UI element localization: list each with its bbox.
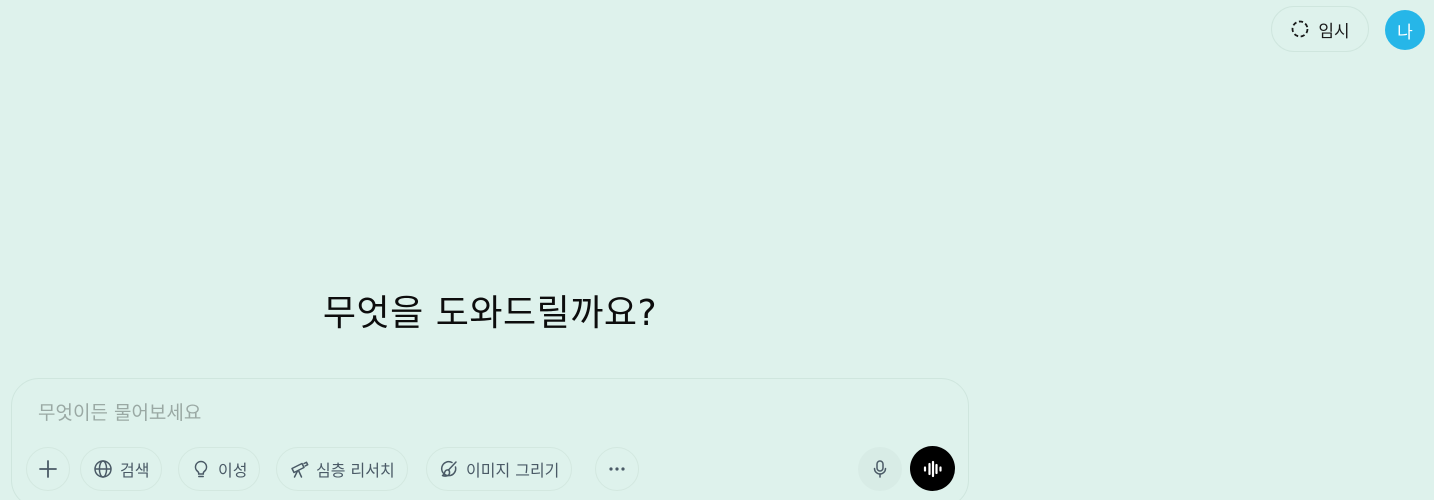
add-attachment-button[interactable] xyxy=(26,447,70,491)
avatar[interactable]: 나 xyxy=(1385,10,1425,50)
draw-image-tool-label: 이미지 그리기 xyxy=(466,461,560,480)
microphone-icon xyxy=(870,459,890,479)
more-horizontal-icon xyxy=(607,459,627,479)
reason-tool-button[interactable]: 이성 xyxy=(178,447,261,491)
more-tools-button[interactable] xyxy=(595,447,639,491)
plus-icon xyxy=(38,459,58,479)
draw-image-tool-button[interactable]: 이미지 그리기 xyxy=(426,447,573,491)
prompt-input[interactable] xyxy=(36,397,940,429)
paintbrush-icon xyxy=(439,459,459,479)
search-tool-button[interactable]: 검색 xyxy=(80,447,163,491)
temporary-chat-label: 임시 xyxy=(1318,21,1350,42)
deep-research-tool-button[interactable]: 심층 리서치 xyxy=(276,447,408,491)
dictate-button[interactable] xyxy=(858,447,902,491)
dashed-circle-icon xyxy=(1290,19,1310,39)
deep-research-tool-label: 심층 리서치 xyxy=(316,461,395,480)
page-title: 무엇을 도와드릴까요? xyxy=(322,293,658,334)
temporary-chat-button[interactable]: 임시 xyxy=(1271,6,1369,52)
composer: 검색 이성 심층 리서치 xyxy=(11,378,969,500)
avatar-initial: 나 xyxy=(1397,22,1413,43)
audio-waveform-icon xyxy=(922,458,944,480)
voice-mode-button[interactable] xyxy=(910,446,955,491)
globe-icon xyxy=(93,459,113,479)
reason-tool-label: 이성 xyxy=(218,461,248,480)
telescope-icon xyxy=(289,459,309,479)
search-tool-label: 검색 xyxy=(120,461,150,480)
lightbulb-icon xyxy=(191,459,211,479)
chat-page: 임시 나 무엇을 도와드릴까요? 검색 xyxy=(0,0,1434,500)
